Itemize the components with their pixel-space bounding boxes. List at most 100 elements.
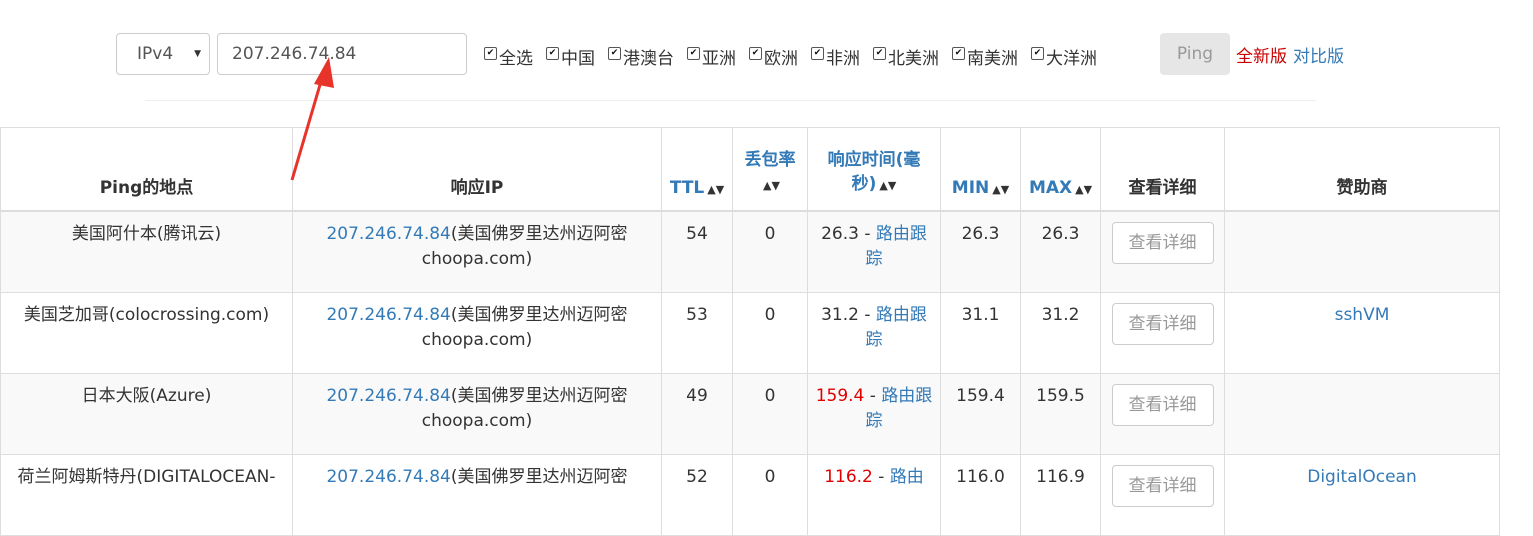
region-label: 港澳台 <box>623 48 674 69</box>
region-asia[interactable]: ✔ 亚洲 <box>687 44 736 69</box>
cell-min: 26.3 <box>940 210 1021 293</box>
header-sponsor-label: 赞助商 <box>1336 178 1388 198</box>
cell-location: 日本大阪(Azure) <box>0 373 293 455</box>
region-south-america[interactable]: ✔ 南美洲 <box>952 44 1018 69</box>
ip-version-select[interactable]: IPv4 ▼ <box>116 33 210 75</box>
region-hk-mo-tw[interactable]: ✔ 港澳台 <box>608 44 674 69</box>
ping-toolbar: IPv4 ▼ ✔全选 ✔中国 ✔港澳台 ✔亚洲 ✔欧洲 ✔非洲 ✔北美洲 ✔南美… <box>0 0 1533 100</box>
cell-min: 31.1 <box>940 292 1021 374</box>
cell-sponsor: DigitalOcean <box>1224 454 1500 536</box>
time-separator: - <box>864 386 882 406</box>
table-row: 美国芝加哥(colocrossing.com) 207.246.74.84(美国… <box>0 292 1500 374</box>
region-north-america[interactable]: ✔ 北美洲 <box>873 44 939 69</box>
divider <box>145 100 1316 101</box>
header-ip: 响应IP <box>292 127 662 212</box>
cell-location: 荷兰阿姆斯特丹(DIGITALOCEAN- <box>0 454 293 536</box>
cell-detail: 查看详细 <box>1100 210 1225 293</box>
view-detail-button[interactable]: 查看详细 <box>1111 222 1214 264</box>
checkbox-oceania[interactable]: ✔ <box>1031 46 1044 60</box>
cell-location: 美国阿什本(腾讯云) <box>0 210 293 293</box>
header-ip-label: 响应IP <box>450 178 504 198</box>
region-china[interactable]: ✔ 中国 <box>546 44 595 69</box>
header-ttl-label: TTL <box>669 178 705 198</box>
header-loss[interactable]: 丢包率 ▲▼ <box>732 127 808 212</box>
cell-ip: 207.246.74.84(美国佛罗里达州迈阿密choopa.com) <box>292 210 662 293</box>
ip-info: (美国佛罗里达州迈阿密choopa.com) <box>421 386 628 431</box>
region-all[interactable]: ✔ 全选 <box>484 44 533 69</box>
header-max[interactable]: MAX ▲▼ <box>1020 127 1101 212</box>
checkbox-north-america[interactable]: ✔ <box>873 46 886 60</box>
cell-sponsor <box>1224 210 1500 293</box>
new-version-link[interactable]: 全新版 <box>1236 42 1287 67</box>
cell-location: 美国芝加哥(colocrossing.com) <box>0 292 293 374</box>
cell-detail: 查看详细 <box>1100 454 1225 536</box>
cell-loss: 0 <box>732 210 808 293</box>
header-sponsor: 赞助商 <box>1224 127 1500 212</box>
cell-ip: 207.246.74.84(美国佛罗里达州迈阿密choopa.com) <box>292 373 662 455</box>
cell-loss: 0 <box>732 373 808 455</box>
table-row: 日本大阪(Azure) 207.246.74.84(美国佛罗里达州迈阿密choo… <box>0 373 1500 455</box>
view-detail-button[interactable]: 查看详细 <box>1111 303 1214 345</box>
time-value: 116.2 <box>824 467 873 487</box>
cell-max: 116.9 <box>1020 454 1101 536</box>
time-value: 159.4 <box>815 386 865 406</box>
table-row: 荷兰阿姆斯特丹(DIGITALOCEAN- 207.246.74.84(美国佛罗… <box>0 454 1500 536</box>
region-label: 大洋洲 <box>1046 48 1097 69</box>
sponsor-link[interactable]: sshVM <box>1335 305 1390 325</box>
header-detail-label: 查看详细 <box>1128 178 1197 198</box>
checkbox-asia[interactable]: ✔ <box>687 46 700 60</box>
ip-link[interactable]: 207.246.74.84 <box>326 386 450 406</box>
cell-detail: 查看详细 <box>1100 373 1225 455</box>
header-min-label: MIN <box>951 178 990 198</box>
cell-sponsor: sshVM <box>1224 292 1500 374</box>
compare-version-link[interactable]: 对比版 <box>1293 42 1344 67</box>
region-label: 南美洲 <box>967 48 1018 69</box>
checkbox-hk-mo-tw[interactable]: ✔ <box>608 46 621 60</box>
ping-button[interactable]: Ping <box>1160 33 1230 75</box>
region-europe[interactable]: ✔ 欧洲 <box>749 44 798 69</box>
ip-link[interactable]: 207.246.74.84 <box>326 467 450 487</box>
region-africa[interactable]: ✔ 非洲 <box>811 44 860 69</box>
sort-icon: ▲▼ <box>1075 183 1093 196</box>
header-location: Ping的地点 <box>0 127 293 212</box>
ip-link[interactable]: 207.246.74.84 <box>326 224 450 244</box>
ip-info: (美国佛罗里达州迈阿密 <box>450 467 628 487</box>
table-header-row: Ping的地点 响应IP TTL ▲▼ 丢包率 ▲▼ 响应时间(毫秒) ▲▼ MIN ▲… <box>0 127 1500 212</box>
cell-time: 31.2 - 路由跟踪 <box>807 292 941 374</box>
cell-detail: 查看详细 <box>1100 292 1225 374</box>
header-location-label: Ping的地点 <box>99 178 194 198</box>
checkbox-all[interactable]: ✔ <box>484 46 497 60</box>
table-row: 美国阿什本(腾讯云) 207.246.74.84(美国佛罗里达州迈阿密choop… <box>0 210 1500 293</box>
header-min[interactable]: MIN ▲▼ <box>940 127 1021 212</box>
region-filters: ✔ 全选 ✔ 中国 ✔ 港澳台 ✔ 亚洲 ✔ 欧洲 ✔ 非洲 ✔ 北美洲 ✔ 南美洲 ✔ 大洋洲 <box>484 44 1110 69</box>
time-value: 31.2 <box>821 305 859 325</box>
cell-ttl: 52 <box>661 454 733 536</box>
traceroute-link[interactable]: 路由 <box>890 467 924 487</box>
cell-max: 26.3 <box>1020 210 1101 293</box>
region-label: 中国 <box>561 48 595 69</box>
header-loss-label: 丢包率 <box>744 150 796 170</box>
ip-link[interactable]: 207.246.74.84 <box>326 305 450 325</box>
checkbox-europe[interactable]: ✔ <box>749 46 762 60</box>
ip-info: (美国佛罗里达州迈阿密choopa.com) <box>421 224 628 269</box>
view-detail-button[interactable]: 查看详细 <box>1111 384 1214 426</box>
time-separator: - <box>858 224 876 244</box>
region-oceania[interactable]: ✔ 大洋洲 <box>1031 44 1097 69</box>
view-detail-button[interactable]: 查看详细 <box>1111 465 1214 507</box>
cell-sponsor <box>1224 373 1500 455</box>
cell-ip: 207.246.74.84(美国佛罗里达州迈阿密 <box>292 454 662 536</box>
checkbox-south-america[interactable]: ✔ <box>952 46 965 60</box>
region-label: 非洲 <box>826 48 860 69</box>
cell-time: 159.4 - 路由跟踪 <box>807 373 941 455</box>
header-time[interactable]: 响应时间(毫秒) ▲▼ <box>807 127 941 212</box>
checkbox-china[interactable]: ✔ <box>546 46 559 60</box>
chevron-down-icon: ▼ <box>194 49 201 59</box>
region-label: 全选 <box>499 48 533 69</box>
header-ttl[interactable]: TTL ▲▼ <box>661 127 733 212</box>
header-max-label: MAX <box>1028 178 1073 198</box>
cell-min: 116.0 <box>940 454 1021 536</box>
checkbox-africa[interactable]: ✔ <box>811 46 824 60</box>
region-label: 亚洲 <box>702 48 736 69</box>
sponsor-link[interactable]: DigitalOcean <box>1307 467 1417 487</box>
address-input[interactable] <box>217 33 467 75</box>
